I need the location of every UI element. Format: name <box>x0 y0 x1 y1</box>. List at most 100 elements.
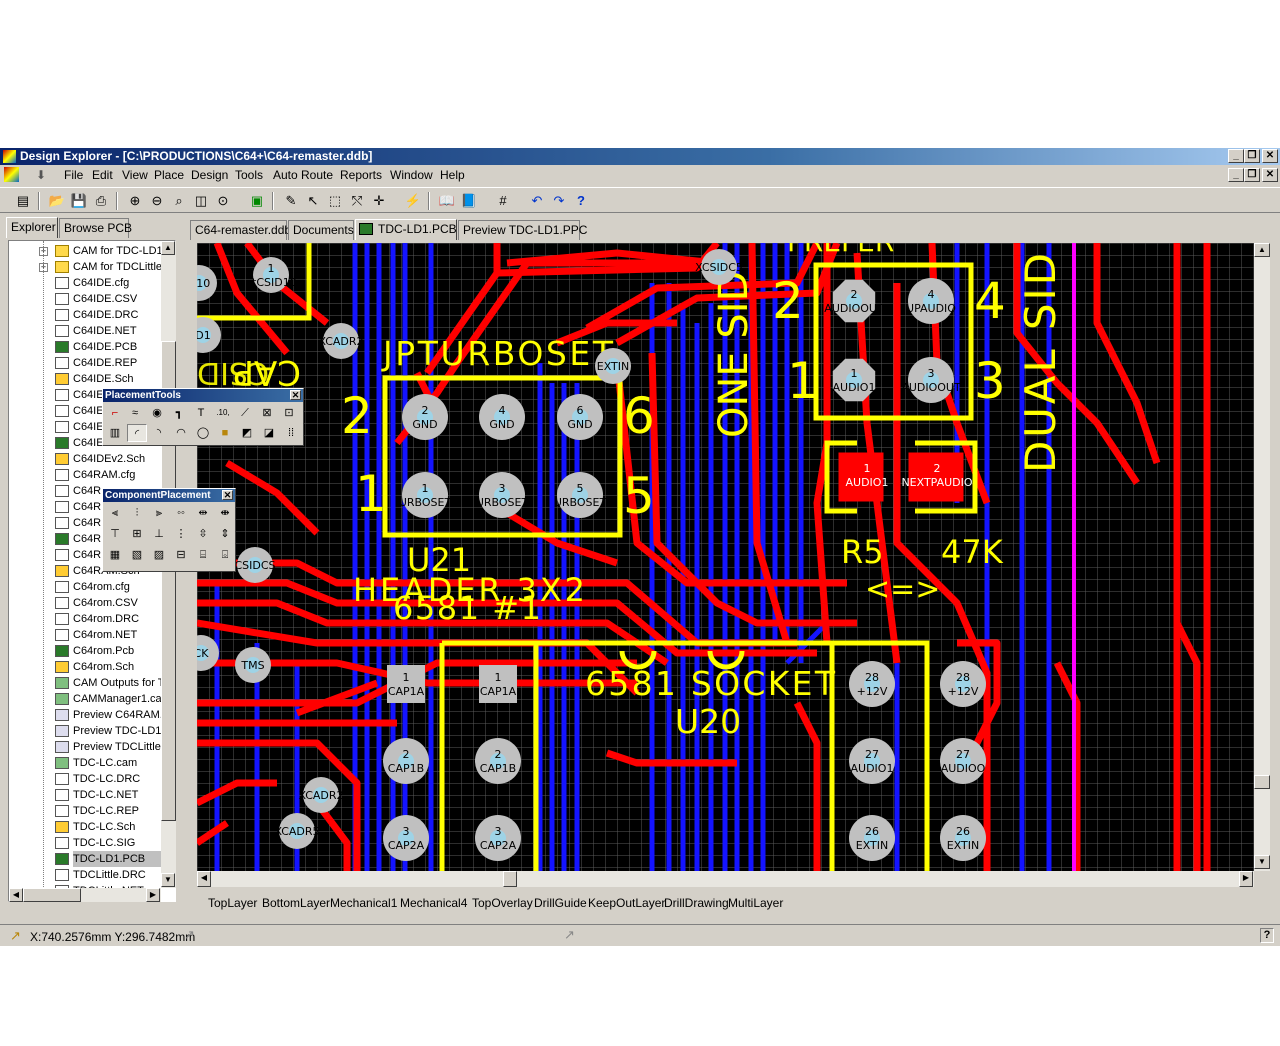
doc-minimize-button[interactable]: _ <box>1228 168 1244 182</box>
tree-horizontal-scrollbar[interactable]: ◀ ▶ <box>9 888 161 902</box>
scroll-up-button[interactable]: ▲ <box>1254 243 1270 257</box>
tree-item[interactable]: CAM for TDC-LD1 <box>73 243 165 259</box>
zoom-in-icon[interactable]: ⊕ <box>126 192 144 210</box>
arc-any-icon[interactable]: ◠ <box>171 424 191 442</box>
component-icon[interactable]: ▣ <box>248 192 266 210</box>
polygon-plane-icon[interactable]: ◩ <box>237 424 257 442</box>
scroll-down-button[interactable]: ▼ <box>161 873 175 887</box>
distribute-h-icon[interactable]: ◦◦ <box>171 504 191 522</box>
grid-icon[interactable]: # <box>494 192 512 210</box>
origin-icon[interactable]: ⊡ <box>279 404 299 422</box>
pcb-vertical-scrollbar[interactable]: ▲ ▼ <box>1254 243 1270 871</box>
scroll-left-button[interactable]: ◀ <box>197 871 211 887</box>
align-center-v-icon[interactable]: ⊞ <box>127 525 147 543</box>
tree-item[interactable]: C64IDE.NET <box>73 323 165 339</box>
doc-close-button[interactable]: ✕ <box>1262 168 1278 182</box>
open-icon[interactable]: 📂 <box>48 192 66 210</box>
menu-place[interactable]: Place <box>152 168 186 182</box>
layer-tab[interactable]: BottomLayer <box>262 895 330 911</box>
redo-icon[interactable]: ↷ <box>550 192 568 210</box>
library-icon[interactable]: 📖 <box>438 192 456 210</box>
scroll-up-button[interactable]: ▲ <box>161 241 175 255</box>
zoom-out-icon[interactable]: ⊖ <box>148 192 166 210</box>
tree-item[interactable]: TDC-LC.SIG <box>73 835 165 851</box>
tree-item[interactable]: TDC-LD1.PCB <box>73 851 165 867</box>
palette-close-icon[interactable]: ✕ <box>290 390 301 400</box>
tree-item[interactable]: TDC-LC.REP <box>73 803 165 819</box>
menu-arrow-icon[interactable]: ⬇ <box>36 168 46 182</box>
tree-item[interactable]: C64IDE.PCB <box>73 339 165 355</box>
wand-icon[interactable]: ⚡ <box>404 192 422 210</box>
increase-v-spacing-icon[interactable]: ⇳ <box>193 525 213 543</box>
tree-item[interactable]: C64rom.NET <box>73 627 165 643</box>
tree-item[interactable]: C64rom.Sch <box>73 659 165 675</box>
tree-item[interactable]: TDCLittle.DRC <box>73 867 165 883</box>
arrange-in-room-icon[interactable]: ▦ <box>105 546 125 564</box>
context-help-button[interactable]: ? <box>1260 928 1274 943</box>
tree-item[interactable]: C64rom.Pcb <box>73 643 165 659</box>
zoom-area-icon[interactable]: ◫ <box>192 192 210 210</box>
browse-library-icon[interactable]: 📘 <box>460 192 478 210</box>
multi-route-icon[interactable]: ≈ <box>125 404 145 422</box>
tree-item[interactable]: C64IDE.cfg <box>73 275 165 291</box>
layer-tab[interactable]: MultiLayer <box>728 895 783 911</box>
scroll-right-button[interactable]: ▶ <box>146 888 160 902</box>
component-place-icon[interactable]: ⊠ <box>257 404 277 422</box>
via-icon[interactable]: ┓ <box>169 404 189 422</box>
menu-tools[interactable]: Tools <box>233 168 265 182</box>
tree-item[interactable]: C64rom.DRC <box>73 611 165 627</box>
split-plane-icon[interactable]: ◪ <box>259 424 279 442</box>
align-to-grid-icon[interactable]: ⊟ <box>171 546 191 564</box>
minimize-button[interactable]: _ <box>1228 149 1244 163</box>
tree-item[interactable]: TDC-LC.cam <box>73 755 165 771</box>
move-icon[interactable]: ✛ <box>370 192 388 210</box>
palette-title-bar[interactable]: PlacementTools ✕ <box>103 389 303 402</box>
menu-design[interactable]: Design <box>189 168 230 182</box>
pcb-horizontal-scrollbar[interactable]: ◀ ▶ <box>197 871 1254 887</box>
arrange-outside-icon[interactable]: ▨ <box>149 546 169 564</box>
tree-item[interactable]: CAM Outputs for T <box>73 675 165 691</box>
help-icon[interactable]: ? <box>572 192 590 210</box>
deselect-icon[interactable]: ⤲ <box>348 192 366 210</box>
tree-item[interactable]: C64IDE.REP <box>73 355 165 371</box>
scroll-thumb[interactable] <box>1254 775 1270 789</box>
arc-edge-icon[interactable]: ◝ <box>149 424 169 442</box>
tree-item[interactable]: C64rom.CSV <box>73 595 165 611</box>
undo-icon[interactable]: ↶ <box>528 192 546 210</box>
pcb-canvas[interactable]: JPTURBOSET U21 HEADER 3X2 6581 #1 6581 S… <box>197 243 1254 871</box>
full-circle-icon[interactable]: ◯ <box>193 424 213 442</box>
layer-tab[interactable]: Mechanical1 <box>330 895 397 911</box>
layer-tab[interactable]: DrillDrawing <box>664 895 729 911</box>
reposition-icon[interactable]: ⌺ <box>215 546 235 564</box>
decrease-v-spacing-icon[interactable]: ⇕ <box>215 525 235 543</box>
tab-preview[interactable]: Preview TDC-LD1.PPC <box>458 220 587 240</box>
zoom-fit-icon[interactable]: ⌕ <box>170 192 188 210</box>
align-bottom-icon[interactable]: ⊥ <box>149 525 169 543</box>
increase-h-spacing-icon[interactable]: ⇹ <box>193 504 213 522</box>
align-left-icon[interactable]: ⫷ <box>105 504 125 522</box>
align-top-icon[interactable]: ⊤ <box>105 525 125 543</box>
tree-item[interactable]: TDC-LC.Sch <box>73 819 165 835</box>
dimension-icon[interactable]: ⟋ <box>235 404 255 422</box>
palette-close-icon[interactable]: ✕ <box>222 490 233 500</box>
tree-item[interactable]: C64IDE.CSV <box>73 291 165 307</box>
tree-item[interactable]: Preview TDCLittle. <box>73 739 165 755</box>
tree-item[interactable]: C64rom.cfg <box>73 579 165 595</box>
hscroll-thumb[interactable] <box>23 888 81 902</box>
fill-icon[interactable]: ▥ <box>105 424 125 442</box>
tab-browse-pcb[interactable]: Browse PCB <box>59 218 132 238</box>
tree-item[interactable]: C64IDE.Sch <box>73 371 165 387</box>
tree-item[interactable]: CAM for TDCLittle <box>73 259 165 275</box>
move-to-grid-icon[interactable]: ⌸ <box>193 546 213 564</box>
doc-restore-button[interactable]: ❐ <box>1244 168 1260 182</box>
menu-reports[interactable]: Reports <box>338 168 384 182</box>
menu-view[interactable]: View <box>120 168 150 182</box>
close-button[interactable]: ✕ <box>1262 149 1278 163</box>
arrange-in-rect-icon[interactable]: ▧ <box>127 546 147 564</box>
menu-window[interactable]: Window <box>388 168 435 182</box>
menu-auto-route[interactable]: Auto Route <box>271 168 335 182</box>
cross-probe-icon[interactable]: ✎ <box>282 192 300 210</box>
menu-file[interactable]: File <box>62 168 85 182</box>
pad-icon[interactable]: ◉ <box>147 404 167 422</box>
align-right-icon[interactable]: ⫸ <box>149 504 169 522</box>
